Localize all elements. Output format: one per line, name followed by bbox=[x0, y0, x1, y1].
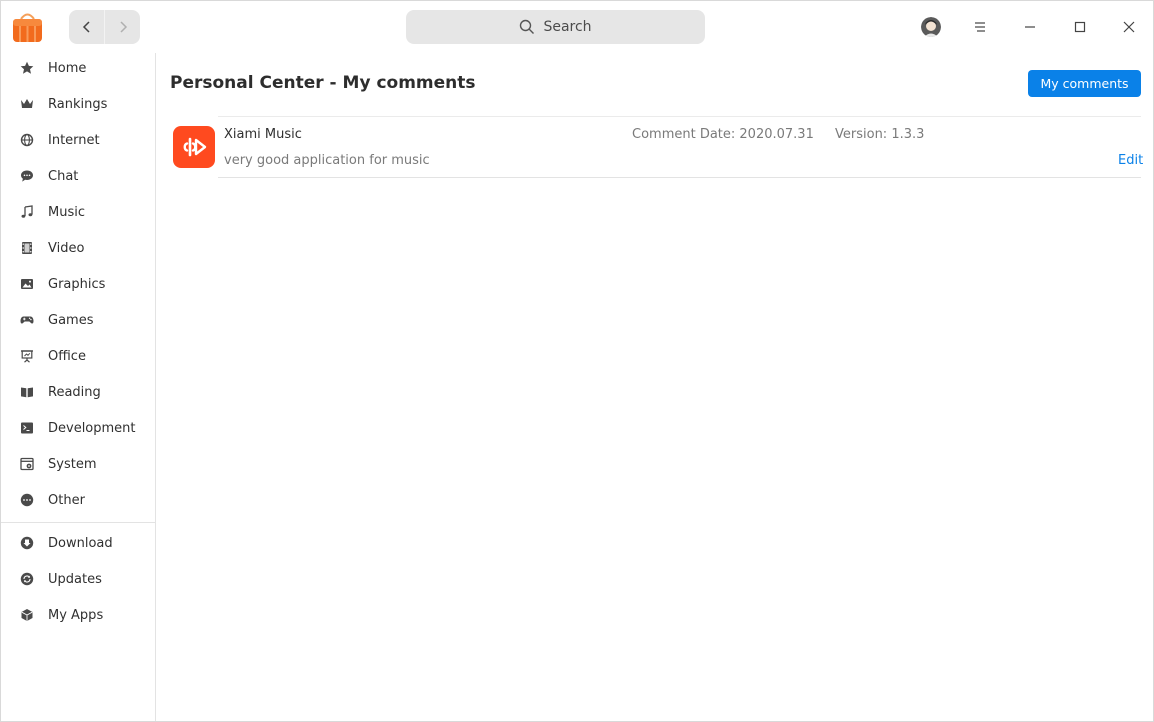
sidebar-item-label: My Apps bbox=[48, 607, 104, 623]
close-icon bbox=[1123, 21, 1135, 33]
sidebar-item-system[interactable]: System bbox=[1, 446, 155, 482]
sidebar-item-label: Office bbox=[48, 348, 86, 364]
close-button[interactable] bbox=[1119, 17, 1139, 37]
film-icon bbox=[20, 241, 34, 255]
sidebar-item-label: Download bbox=[48, 535, 113, 551]
globe-icon bbox=[20, 133, 34, 147]
sidebar-item-label: Reading bbox=[48, 384, 101, 400]
sidebar-item-development[interactable]: Development bbox=[1, 410, 155, 446]
my-comments-button[interactable]: My comments bbox=[1028, 70, 1141, 97]
user-avatar[interactable] bbox=[921, 17, 941, 37]
sidebar-item-games[interactable]: Games bbox=[1, 302, 155, 338]
sidebar-item-label: Music bbox=[48, 204, 85, 220]
sidebar-item-updates[interactable]: Updates bbox=[1, 561, 155, 597]
sidebar-item-graphics[interactable]: Graphics bbox=[1, 266, 155, 302]
sidebar-divider bbox=[1, 522, 156, 523]
sidebar-item-label: Home bbox=[48, 60, 87, 76]
sidebar-item-label: Rankings bbox=[48, 96, 108, 112]
sidebar-item-home[interactable]: Home bbox=[1, 50, 155, 86]
chat-bubble-icon bbox=[20, 169, 34, 183]
sidebar-item-label: Chat bbox=[48, 168, 79, 184]
star-icon bbox=[20, 61, 34, 75]
comment-row: Xiami Music very good application for mu… bbox=[170, 116, 1143, 178]
terminal-icon bbox=[20, 421, 34, 435]
main-content: Personal Center - My comments My comment… bbox=[157, 53, 1153, 721]
forward-button[interactable] bbox=[105, 10, 140, 44]
hamburger-menu-icon bbox=[975, 22, 985, 32]
sidebar-item-download[interactable]: Download bbox=[1, 525, 155, 561]
app-store-logo-icon bbox=[12, 13, 43, 43]
edit-comment-link[interactable]: Edit bbox=[1118, 153, 1143, 168]
title-bar: Search bbox=[1, 1, 1153, 53]
sidebar-item-video[interactable]: Video bbox=[1, 230, 155, 266]
book-icon bbox=[20, 385, 34, 399]
comment-version: Version: 1.3.3 bbox=[835, 127, 925, 142]
sidebar-item-other[interactable]: Other bbox=[1, 482, 155, 518]
navigation-buttons bbox=[69, 10, 140, 44]
system-window-icon bbox=[20, 457, 34, 471]
sidebar-item-my-apps[interactable]: My Apps bbox=[1, 597, 155, 633]
comment-app-name[interactable]: Xiami Music bbox=[224, 127, 302, 142]
sidebar-item-internet[interactable]: Internet bbox=[1, 122, 155, 158]
search-icon bbox=[520, 19, 535, 34]
comment-text: very good application for music bbox=[224, 153, 430, 168]
sidebar-item-rankings[interactable]: Rankings bbox=[1, 86, 155, 122]
more-dots-icon bbox=[20, 493, 34, 507]
xiami-music-app-icon[interactable] bbox=[173, 126, 215, 168]
maximize-button[interactable] bbox=[1070, 17, 1090, 37]
download-icon bbox=[20, 536, 34, 550]
sidebar-item-office[interactable]: Office bbox=[1, 338, 155, 374]
minimize-icon bbox=[1025, 26, 1035, 28]
search-box[interactable]: Search bbox=[406, 10, 705, 44]
app-window: Search Home Rankings Internet Chat Music… bbox=[0, 0, 1154, 722]
sidebar-item-label: System bbox=[48, 456, 97, 472]
sidebar-item-label: Other bbox=[48, 492, 85, 508]
sidebar-item-label: Graphics bbox=[48, 276, 106, 292]
sidebar-item-label: Video bbox=[48, 240, 85, 256]
search-placeholder: Search bbox=[543, 19, 592, 35]
sidebar: Home Rankings Internet Chat Music Video … bbox=[1, 50, 156, 721]
refresh-icon bbox=[20, 572, 34, 586]
page-title: Personal Center - My comments bbox=[170, 73, 476, 93]
chevron-left-icon bbox=[82, 21, 90, 33]
sidebar-item-label: Updates bbox=[48, 571, 102, 587]
sidebar-item-chat[interactable]: Chat bbox=[1, 158, 155, 194]
row-divider bbox=[218, 116, 1141, 117]
presentation-icon bbox=[20, 349, 34, 363]
comment-date: Comment Date: 2020.07.31 bbox=[632, 127, 814, 142]
menu-button[interactable] bbox=[970, 17, 990, 37]
sidebar-item-music[interactable]: Music bbox=[1, 194, 155, 230]
sidebar-item-reading[interactable]: Reading bbox=[1, 374, 155, 410]
cube-icon bbox=[20, 608, 34, 622]
row-divider bbox=[218, 177, 1141, 178]
image-icon bbox=[20, 277, 34, 291]
sidebar-item-label: Development bbox=[48, 420, 136, 436]
crown-icon bbox=[20, 97, 34, 111]
sidebar-item-label: Internet bbox=[48, 132, 100, 148]
chevron-right-icon bbox=[119, 21, 127, 33]
back-button[interactable] bbox=[69, 10, 104, 44]
sidebar-item-label: Games bbox=[48, 312, 94, 328]
gamepad-icon bbox=[20, 313, 34, 327]
maximize-icon bbox=[1074, 21, 1086, 33]
minimize-button[interactable] bbox=[1020, 17, 1040, 37]
music-note-icon bbox=[20, 205, 34, 219]
